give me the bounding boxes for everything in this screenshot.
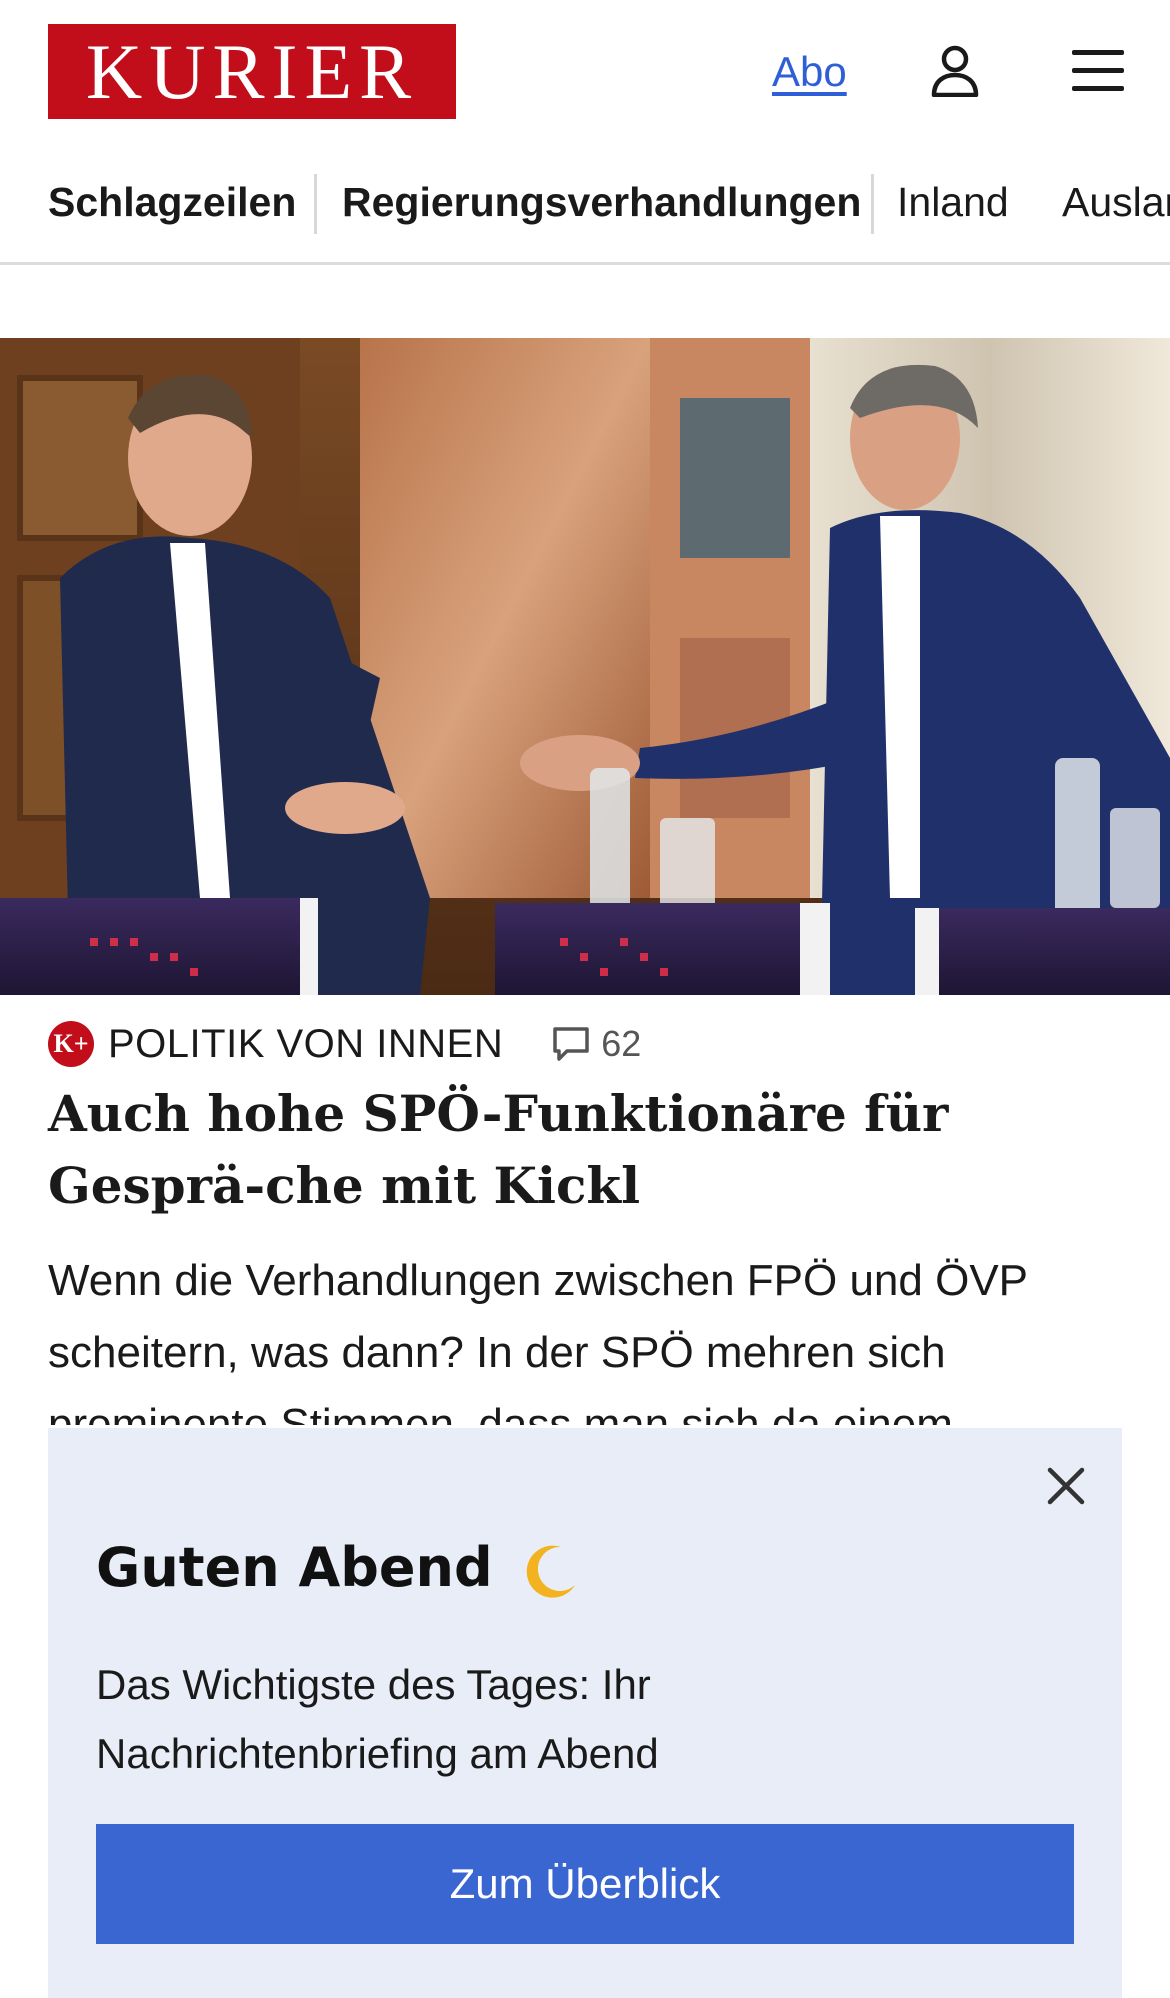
user-icon[interactable] bbox=[930, 45, 980, 97]
section-label[interactable]: POLITIK VON INNEN bbox=[108, 1022, 503, 1067]
article-hero-image[interactable] bbox=[0, 338, 1170, 995]
comment-bubble-icon bbox=[553, 1027, 589, 1061]
comment-count-value: 62 bbox=[601, 1023, 642, 1064]
kurier-logo[interactable]: KURIER bbox=[48, 24, 456, 119]
nav-item-regierungsverhandlungen[interactable]: Regierungsverhandlungen bbox=[342, 178, 861, 227]
article-meta: K+ POLITIK VON INNEN 62 bbox=[48, 1018, 641, 1070]
hamburger-menu-icon[interactable] bbox=[1072, 50, 1124, 92]
crescent-moon-icon bbox=[527, 1545, 576, 1598]
evening-briefing-popup: Guten Abend Das Wichtigste des Tages: Ih… bbox=[48, 1428, 1122, 1998]
hero-photo bbox=[0, 338, 1170, 995]
section-nav: Schlagzeilen Regierungsverhandlungen Inl… bbox=[0, 170, 1170, 265]
nav-divider bbox=[314, 174, 317, 234]
abo-link[interactable]: Abo bbox=[772, 48, 847, 96]
popup-title: Guten Abend bbox=[96, 1536, 581, 1601]
nav-item-schlagzeilen[interactable]: Schlagzeilen bbox=[48, 178, 296, 227]
zum-ueberblick-button[interactable]: Zum Überblick bbox=[96, 1824, 1074, 1944]
close-icon[interactable] bbox=[1044, 1464, 1088, 1508]
nav-item-inland[interactable]: Inland bbox=[897, 178, 1009, 227]
nav-divider bbox=[871, 174, 874, 234]
nav-item-ausland[interactable]: Ausland bbox=[1062, 178, 1170, 227]
article-headline[interactable]: Auch hohe SPÖ-Funktionäre für Gesprä-che… bbox=[48, 1078, 1128, 1222]
kplus-badge-icon: K+ bbox=[48, 1021, 94, 1067]
site-header: KURIER Abo bbox=[0, 0, 1170, 145]
popup-text: Das Wichtigste des Tages: Ihr Nachrichte… bbox=[96, 1661, 659, 1777]
comment-count[interactable]: 62 bbox=[551, 1023, 641, 1065]
article-teaser[interactable]: Wenn die Verhandlungen zwischen FPÖ und … bbox=[48, 1245, 1138, 1425]
